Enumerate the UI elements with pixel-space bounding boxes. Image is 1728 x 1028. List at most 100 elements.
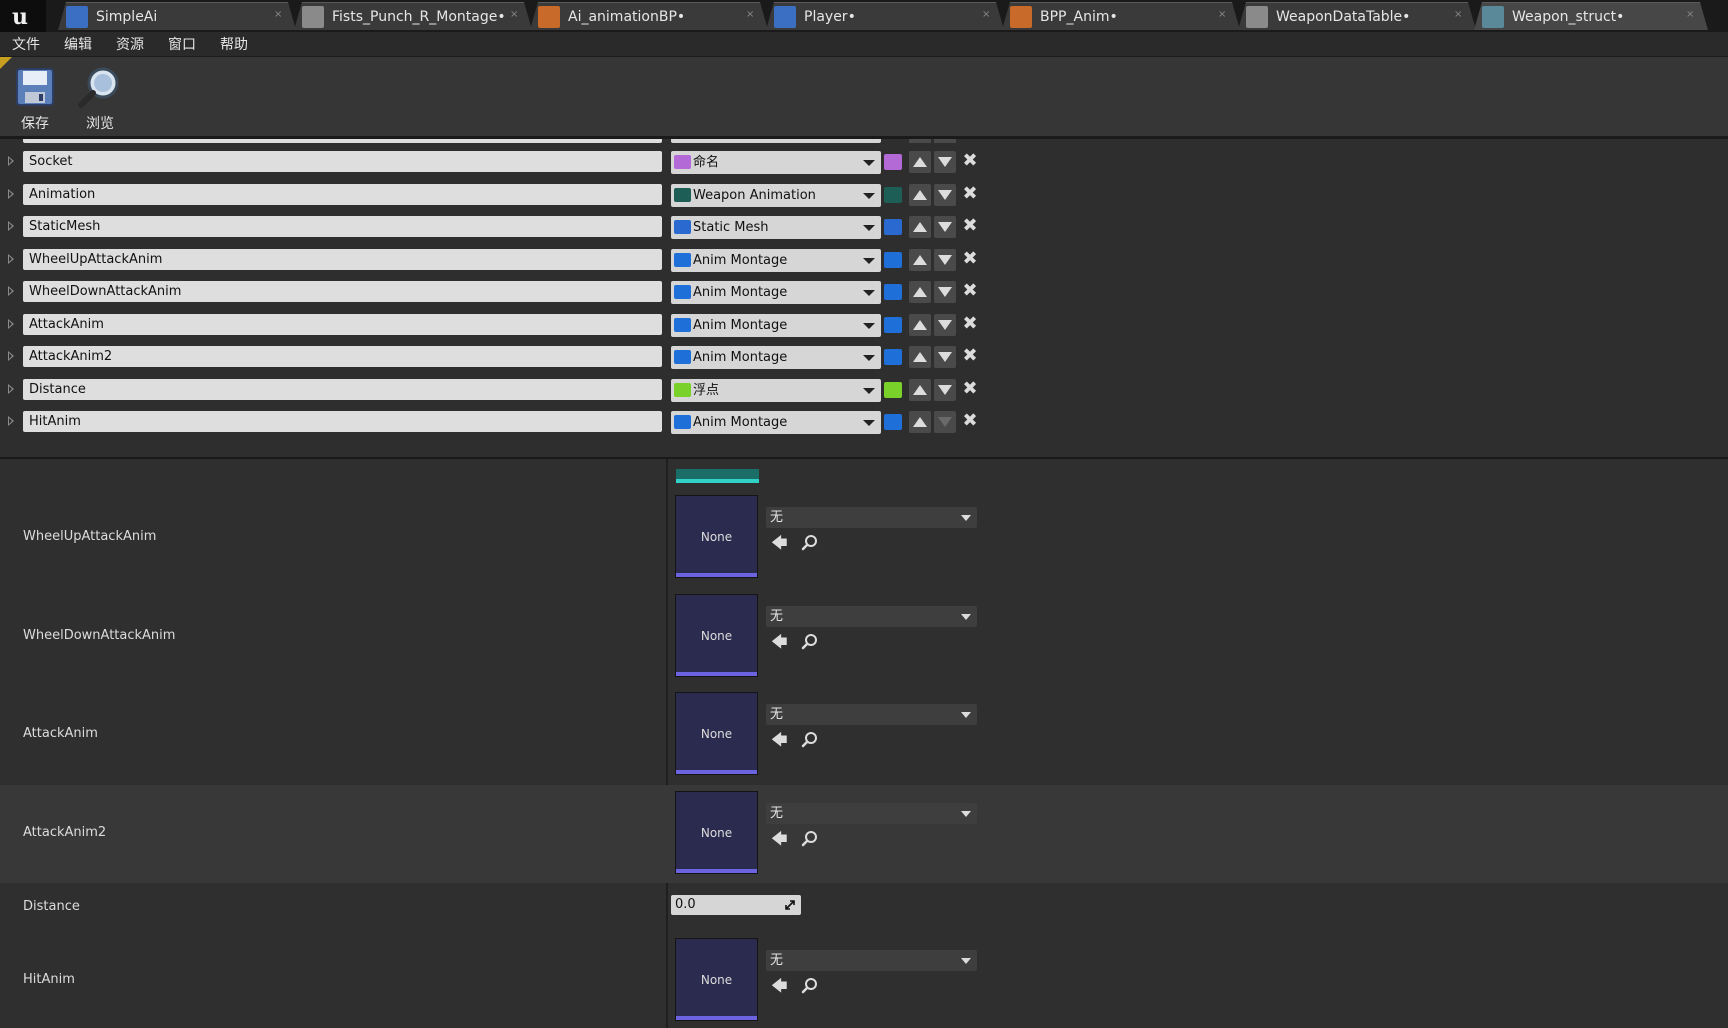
move-down-button[interactable] (934, 183, 956, 206)
expand-arrow-icon[interactable] (8, 416, 14, 426)
move-up-button[interactable] (909, 183, 931, 206)
member-type-dropdown[interactable]: 命名 (671, 151, 881, 174)
move-up-button[interactable] (909, 411, 931, 433)
member-name-field[interactable]: StaticMesh (23, 216, 662, 237)
asset-thumbnail[interactable]: None (675, 594, 758, 677)
save-button[interactable]: 保存 (5, 65, 65, 135)
asset-picker[interactable]: 无 (766, 704, 977, 725)
delete-icon[interactable]: ✖ (961, 379, 979, 398)
move-up-button[interactable] (909, 313, 931, 336)
member-type-dropdown[interactable]: Anim Montage (671, 248, 881, 272)
member-type-dropdown[interactable]: Static Mesh (671, 216, 881, 239)
close-icon[interactable]: × (1218, 11, 1226, 19)
browse-to-asset-icon[interactable] (801, 534, 819, 552)
tab-4[interactable]: BPP_Anim• × (1002, 2, 1240, 30)
use-selected-arrow-icon[interactable]: 🡄 (771, 534, 789, 552)
distance-input[interactable]: 0.0 (671, 895, 801, 915)
container-type-icon[interactable] (884, 154, 902, 170)
browse-to-asset-icon[interactable] (801, 633, 819, 651)
expand-arrow-icon[interactable] (8, 318, 14, 329)
close-icon[interactable]: × (510, 11, 518, 19)
member-type-dropdown[interactable]: Anim Montage (671, 346, 881, 369)
browse-to-asset-icon[interactable] (801, 830, 819, 848)
move-up-button[interactable] (909, 248, 931, 271)
delete-icon[interactable]: ✖ (961, 217, 979, 235)
container-type-icon[interactable] (884, 219, 902, 235)
move-up-button[interactable] (909, 151, 931, 173)
delete-icon[interactable]: ✖ (961, 152, 979, 170)
member-name-field[interactable]: Animation (23, 183, 662, 205)
delete-icon[interactable]: ✖ (961, 412, 979, 430)
asset-picker[interactable]: 无 (766, 950, 977, 971)
delete-icon[interactable]: ✖ (961, 249, 979, 268)
member-name-field[interactable]: WheelDownAttackAnim (23, 281, 662, 302)
browse-to-asset-icon[interactable] (801, 977, 819, 995)
close-icon[interactable]: × (274, 11, 282, 19)
delete-icon[interactable]: ✖ (961, 282, 979, 300)
tab-0[interactable]: SimpleAi × (58, 2, 296, 30)
member-type-dropdown[interactable]: 浮点 (671, 378, 881, 402)
container-type-icon[interactable] (884, 381, 902, 398)
container-type-icon[interactable] (884, 251, 902, 268)
use-selected-arrow-icon[interactable]: 🡄 (771, 977, 789, 995)
expand-arrow-icon[interactable] (8, 351, 14, 361)
member-name-field[interactable]: AttackAnim (23, 313, 662, 335)
menu-asset[interactable]: 资源 (104, 34, 156, 54)
member-name-field[interactable]: HitAnim (23, 411, 662, 432)
member-type-dropdown[interactable]: Weapon Animation (671, 183, 881, 207)
menu-edit[interactable]: 编辑 (52, 34, 104, 54)
move-up-button[interactable] (909, 216, 931, 238)
tab-6[interactable]: Weapon_struct• × (1474, 2, 1708, 30)
close-icon[interactable]: × (1686, 11, 1694, 19)
expand-arrow-icon[interactable] (8, 383, 14, 394)
delete-icon[interactable]: ✖ (961, 347, 979, 365)
container-type-icon[interactable] (884, 284, 902, 300)
move-down-button[interactable] (934, 346, 956, 368)
tab-3[interactable]: Player• × (766, 2, 1004, 30)
expand-arrow-icon[interactable] (8, 253, 14, 264)
move-up-button[interactable] (909, 281, 931, 303)
use-selected-arrow-icon[interactable]: 🡄 (771, 731, 789, 749)
member-name-field[interactable]: Socket (23, 151, 662, 172)
container-type-icon[interactable] (884, 186, 902, 203)
member-type-dropdown[interactable]: Anim Montage (671, 281, 881, 304)
expand-arrow-icon[interactable] (8, 286, 14, 296)
menu-window[interactable]: 窗口 (156, 34, 208, 54)
member-name-field[interactable]: WheelUpAttackAnim (23, 248, 662, 270)
move-up-button[interactable] (909, 378, 931, 401)
delete-icon[interactable]: ✖ (961, 184, 979, 203)
container-type-icon[interactable] (884, 316, 902, 333)
close-icon[interactable]: × (1454, 11, 1462, 19)
move-down-button[interactable] (934, 281, 956, 303)
move-down-button[interactable] (934, 151, 956, 173)
spin-drag-icon[interactable] (784, 899, 796, 911)
move-down-button[interactable] (934, 313, 956, 336)
tab-5[interactable]: WeaponDataTable• × (1238, 2, 1476, 30)
asset-picker[interactable]: 无 (766, 507, 977, 528)
browse-to-asset-icon[interactable] (801, 731, 819, 749)
asset-picker[interactable]: 无 (766, 803, 977, 824)
menu-help[interactable]: 帮助 (208, 34, 260, 54)
member-name-field[interactable]: AttackAnim2 (23, 346, 662, 367)
move-down-button[interactable] (934, 411, 956, 433)
container-type-icon[interactable] (884, 414, 902, 430)
delete-icon[interactable]: ✖ (961, 314, 979, 333)
member-type-dropdown[interactable]: Anim Montage (671, 313, 881, 337)
expand-arrow-icon[interactable] (8, 221, 14, 231)
move-up-button[interactable] (909, 346, 931, 368)
asset-thumbnail[interactable]: None (675, 791, 758, 874)
tab-2[interactable]: Ai_animationBP• × (530, 2, 768, 30)
browse-button[interactable]: 浏览 (70, 65, 130, 135)
move-down-button[interactable] (934, 216, 956, 238)
unreal-logo-icon[interactable]: u (0, 0, 46, 32)
asset-thumbnail[interactable]: None (675, 692, 758, 775)
use-selected-arrow-icon[interactable]: 🡄 (771, 633, 789, 651)
move-down-button[interactable] (934, 248, 956, 271)
container-type-icon[interactable] (884, 349, 902, 365)
close-icon[interactable]: × (746, 11, 754, 19)
asset-thumbnail[interactable]: None (675, 938, 758, 1021)
use-selected-arrow-icon[interactable]: 🡄 (771, 830, 789, 848)
expand-arrow-icon[interactable] (8, 156, 14, 166)
member-name-field[interactable]: Distance (23, 378, 662, 400)
close-icon[interactable]: × (982, 11, 990, 19)
